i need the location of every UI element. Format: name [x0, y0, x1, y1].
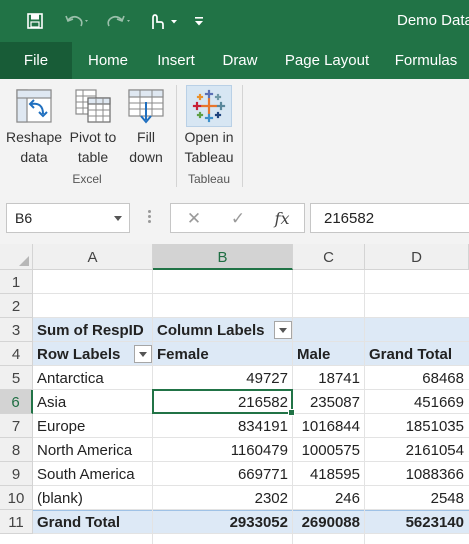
cell-b4[interactable]: Female	[153, 342, 293, 366]
name-box[interactable]: B6	[6, 203, 130, 233]
formula-bar: B6 ✕ ✓ fx 216582	[0, 192, 469, 244]
formula-buttons: ✕ ✓ fx	[170, 203, 305, 233]
cell-a3[interactable]: Sum of RespID	[33, 318, 153, 342]
fill-down-button[interactable]: Fill down	[122, 85, 170, 171]
row-header-8[interactable]: 8	[0, 438, 33, 462]
row-header-7[interactable]: 7	[0, 414, 33, 438]
row-header-4[interactable]: 4	[0, 342, 33, 366]
save-icon[interactable]	[22, 0, 48, 42]
reshape-data-icon	[2, 85, 66, 127]
cell-c7[interactable]: 1016844	[293, 414, 365, 438]
cell-d8[interactable]: 2161054	[365, 438, 469, 462]
open-in-tableau-button[interactable]: Open in Tableau	[179, 85, 239, 171]
cell-d11[interactable]: 5623140	[365, 510, 469, 534]
tableau-logo-icon	[186, 85, 232, 127]
row-header-11[interactable]: 11	[0, 510, 33, 534]
cell-a8[interactable]: North America	[33, 438, 153, 462]
worksheet-grid[interactable]: A B C D 1 2 3 Sum of RespID Column Labels 4 Row La…	[0, 244, 469, 544]
cell-c11[interactable]: 2690088	[293, 510, 365, 534]
active-cell-selection	[152, 389, 295, 416]
cell-d10[interactable]: 2548	[365, 486, 469, 510]
cell-a9[interactable]: South America	[33, 462, 153, 486]
cell-a5[interactable]: Antarctica	[33, 366, 153, 390]
row-header-9[interactable]: 9	[0, 462, 33, 486]
cell-b8[interactable]: 1160479	[153, 438, 293, 462]
cell-a11[interactable]: Grand Total	[33, 510, 153, 534]
open-in-tableau-label-2: Tableau	[184, 149, 234, 165]
ribbon-group-label-tableau: Tableau	[187, 172, 231, 186]
row-header-3[interactable]: 3	[0, 318, 33, 342]
ribbon-group-label-excel: Excel	[72, 172, 102, 186]
tab-insert[interactable]: Insert	[144, 42, 208, 79]
row-labels-filter-button[interactable]	[134, 345, 152, 363]
cell-d4[interactable]: Grand Total	[365, 342, 469, 366]
cell-b5[interactable]: 49727	[153, 366, 293, 390]
reshape-data-button[interactable]: Reshape data	[2, 85, 66, 171]
fill-down-icon	[122, 85, 170, 127]
cell-d9[interactable]: 1088366	[365, 462, 469, 486]
cell-c5[interactable]: 18741	[293, 366, 365, 390]
cell-b9[interactable]: 669771	[153, 462, 293, 486]
title-bar: Demo Data	[0, 0, 469, 42]
column-header-a[interactable]: A	[33, 244, 153, 270]
pivot-to-table-label-1: Pivot to	[69, 129, 117, 145]
pivot-to-table-button[interactable]: Pivot to table	[64, 85, 122, 171]
column-header-c[interactable]: C	[293, 244, 365, 270]
pivot-to-table-label-2: table	[77, 149, 109, 165]
row-header-6[interactable]: 6	[0, 390, 33, 414]
reshape-data-label-2: data	[20, 149, 48, 165]
fill-down-label-1: Fill	[137, 129, 155, 145]
redo-icon[interactable]	[102, 0, 136, 42]
confirm-entry-button[interactable]: ✓	[223, 207, 253, 231]
cell-c10[interactable]: 246	[293, 486, 365, 510]
row-header-10[interactable]: 10	[0, 486, 33, 510]
open-in-tableau-label-1: Open in	[184, 129, 234, 145]
cell-d5[interactable]: 68468	[365, 366, 469, 390]
cancel-entry-button[interactable]: ✕	[179, 207, 209, 231]
row-header-1[interactable]: 1	[0, 270, 33, 294]
row-header-2[interactable]: 2	[0, 294, 33, 318]
reshape-data-label-1: Reshape	[5, 129, 63, 145]
gridline-horizontal	[33, 293, 469, 294]
row-header-5[interactable]: 5	[0, 366, 33, 390]
chevron-down-icon[interactable]	[114, 216, 122, 221]
customize-qat-icon[interactable]	[190, 0, 208, 42]
fill-down-label-2: down	[129, 149, 163, 165]
cell-b7[interactable]: 834191	[153, 414, 293, 438]
column-labels-filter-button[interactable]	[274, 321, 292, 339]
ribbon-panel: Reshape data Pivot to table Fill down Ex…	[0, 79, 469, 193]
cell-a10[interactable]: (blank)	[33, 486, 153, 510]
ribbon-group-divider	[242, 85, 243, 187]
column-header-d[interactable]: D	[365, 244, 469, 270]
formula-input[interactable]: 216582	[310, 203, 469, 233]
ribbon-group-divider	[176, 85, 177, 187]
cell-c9[interactable]: 418595	[293, 462, 365, 486]
cell-b10[interactable]: 2302	[153, 486, 293, 510]
column-header-b[interactable]: B	[153, 244, 293, 270]
formula-value: 216582	[324, 210, 375, 227]
ribbon-tabs: File Home Insert Draw Page Layout Formul…	[0, 42, 469, 79]
pivot-to-table-icon	[64, 85, 122, 127]
tab-page-layout[interactable]: Page Layout	[272, 42, 382, 79]
cell-a6[interactable]: Asia	[33, 390, 153, 414]
cell-d6[interactable]: 451669	[365, 390, 469, 414]
document-title: Demo Data	[397, 12, 469, 29]
cell-c6[interactable]: 235087	[293, 390, 365, 414]
cell-d7[interactable]: 1851035	[365, 414, 469, 438]
name-box-value: B6	[15, 210, 33, 226]
tab-draw[interactable]: Draw	[208, 42, 272, 79]
cell-c8[interactable]: 1000575	[293, 438, 365, 462]
cell-b3[interactable]: Column Labels	[153, 318, 293, 342]
insert-function-button[interactable]: fx	[267, 207, 297, 231]
tab-file[interactable]: File	[0, 42, 72, 79]
cell-c4[interactable]: Male	[293, 342, 365, 366]
undo-icon[interactable]	[60, 0, 94, 42]
drag-handle-icon[interactable]	[148, 208, 151, 228]
tab-formulas[interactable]: Formulas	[382, 42, 469, 79]
tab-home[interactable]: Home	[72, 42, 144, 79]
cell-a7[interactable]: Europe	[33, 414, 153, 438]
cell-b11[interactable]: 2933052	[153, 510, 293, 534]
touch-mode-icon[interactable]	[142, 0, 182, 42]
select-all-button[interactable]	[0, 244, 33, 270]
